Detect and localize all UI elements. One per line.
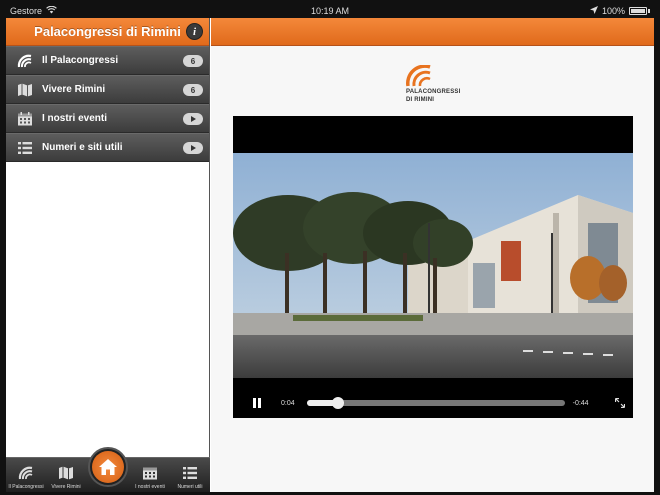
video-still-image	[233, 153, 633, 378]
pause-button[interactable]	[253, 398, 263, 408]
disclosure-arrow-icon	[183, 113, 203, 125]
home-icon	[92, 451, 124, 483]
logo-line-2: DI RIMINI	[406, 97, 435, 103]
battery-icon	[629, 7, 647, 15]
video-frame	[233, 153, 633, 378]
tab-label: Numeri utili	[177, 484, 203, 490]
tab-il-palacongressi[interactable]: Il Palacongressi	[8, 464, 44, 490]
wifi-icon	[46, 5, 57, 16]
home-button[interactable]	[88, 447, 128, 490]
fullscreen-icon[interactable]	[614, 397, 625, 409]
sidebar-header: Palacongressi di Rimini i	[6, 18, 209, 46]
pause-icon	[253, 398, 256, 408]
logo-line-1: PALACONGRESSI	[406, 89, 461, 95]
battery-percent: 100%	[601, 6, 625, 16]
location-icon	[589, 6, 598, 16]
status-bar: Gestore 10:19 AM 100%	[6, 4, 654, 18]
video-player[interactable]: 0:04 -0:44	[233, 116, 633, 418]
content-panel: PALACONGRESSI DI RIMINI 0:04 -0:44	[211, 18, 654, 492]
list-icon	[16, 139, 34, 157]
palacongressi-logo-icon	[406, 65, 431, 87]
sidebar-item-label: Il Palacongressi	[42, 55, 119, 66]
video-controls: 0:04 -0:44	[233, 388, 633, 418]
count-badge: 6	[183, 84, 203, 96]
sidebar-item-label: Vivere Rimini	[42, 84, 106, 95]
map-icon	[58, 464, 74, 482]
sidebar-item-label: Numeri e siti utili	[42, 142, 123, 153]
disclosure-arrow-icon	[183, 142, 203, 154]
clock: 10:19 AM	[310, 6, 350, 16]
sidebar: Palacongressi di Rimini i Il Palacongres…	[6, 18, 210, 492]
palacongressi-logo-icon	[16, 52, 34, 70]
tab-numeri-utili[interactable]: Numeri utili	[172, 464, 208, 490]
current-time: 0:04	[281, 399, 295, 407]
palacongressi-logo: PALACONGRESSI DI RIMINI	[406, 65, 466, 109]
map-icon	[16, 81, 34, 99]
calendar-icon	[16, 110, 34, 128]
sidebar-item-label: I nostri eventi	[42, 113, 108, 124]
tab-i-nostri-eventi[interactable]: I nostri eventi	[132, 464, 168, 490]
ipad-screen: Gestore 10:19 AM 100% Palacongressi di R…	[0, 0, 660, 495]
sidebar-item-numeri-e-siti-utili[interactable]: Numeri e siti utili	[6, 133, 209, 162]
palacongressi-logo-icon	[18, 464, 34, 482]
list-icon	[182, 464, 198, 482]
sidebar-item-vivere-rimini[interactable]: Vivere Rimini 6	[6, 75, 209, 104]
tab-bar: Il Palacongressi Vivere Rimini I nostri …	[6, 447, 210, 492]
sidebar-item-i-nostri-eventi[interactable]: I nostri eventi	[6, 104, 209, 133]
sidebar-item-il-palacongressi[interactable]: Il Palacongressi 6	[6, 46, 209, 75]
tab-label: Il Palacongressi	[8, 484, 44, 490]
content-header	[211, 18, 654, 46]
carrier-label: Gestore	[10, 6, 43, 16]
info-button[interactable]: i	[186, 23, 203, 40]
tab-vivere-rimini[interactable]: Vivere Rimini	[48, 464, 84, 490]
tab-label: Vivere Rimini	[51, 484, 81, 490]
calendar-icon	[142, 464, 158, 482]
video-scrubber[interactable]	[306, 397, 565, 409]
tab-label: I nostri eventi	[135, 484, 165, 490]
scrubber-handle[interactable]	[331, 397, 344, 409]
count-badge: 6	[183, 55, 203, 67]
remaining-time: -0:44	[572, 399, 589, 407]
app-screen: Palacongressi di Rimini i Il Palacongres…	[6, 18, 654, 492]
sidebar-title: Palacongressi di Rimini	[34, 24, 181, 39]
